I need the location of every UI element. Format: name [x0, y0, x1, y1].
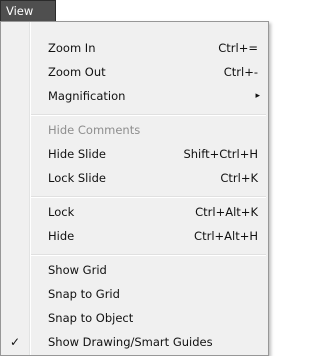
menu-item-hide-comments: Hide Comments [1, 119, 268, 142]
menu-item-label: Zoom In [48, 41, 96, 55]
menu-item-label: Show Drawing/Smart Guides [48, 335, 213, 349]
menu-item-lock[interactable]: Lock Ctrl+Alt+K [1, 201, 268, 224]
menu-item-label: Snap to Grid [48, 287, 120, 301]
menu-item-zoom-out[interactable]: Zoom Out Ctrl+- [1, 61, 268, 84]
menu-item-show-grid[interactable]: Show Grid [1, 259, 268, 282]
menu-item-hide[interactable]: Hide Ctrl+Alt+H [1, 225, 268, 248]
menu-item-shortcut: Shift+Ctrl+H [183, 147, 258, 161]
menu-item-label: Magnification [48, 89, 126, 103]
menu-item-label: Hide Slide [48, 147, 106, 161]
view-menu-dropdown: Zoom In Ctrl+= Zoom Out Ctrl+- Magnifica… [0, 21, 269, 356]
menu-item-label: Hide Comments [48, 123, 141, 137]
menu-item-shortcut: Ctrl+- [223, 65, 258, 79]
menu-item-magnification[interactable]: Magnification ▸ [1, 85, 268, 108]
chevron-right-icon: ▸ [255, 91, 260, 101]
menu-item-shortcut: Ctrl+Alt+K [195, 205, 258, 219]
menu-item-snap-to-grid[interactable]: Snap to Grid [1, 283, 268, 306]
menu-item-lock-slide[interactable]: Lock Slide Ctrl+K [1, 167, 268, 190]
menu-item-shortcut: Ctrl+K [220, 171, 258, 185]
menu-item-label: Zoom Out [48, 65, 106, 79]
menu-item-label: Show Grid [48, 263, 107, 277]
menu-item-shortcut: Ctrl+Alt+H [194, 229, 258, 243]
menu-item-shortcut: Ctrl+= [218, 41, 258, 55]
menu-separator [31, 196, 266, 198]
menu-item-hide-slide[interactable]: Hide Slide Shift+Ctrl+H [1, 143, 268, 166]
menu-item-label: Lock [48, 205, 75, 219]
menu-item-snap-to-object[interactable]: Snap to Object [1, 307, 268, 330]
menu-bar: View [0, 0, 272, 22]
menu-separator [31, 114, 266, 116]
menu-item-label: Lock Slide [48, 171, 106, 185]
checkmark-icon: ✓ [10, 335, 21, 349]
menu-item-zoom-in[interactable]: Zoom In Ctrl+= [1, 37, 268, 60]
menu-view[interactable]: View [0, 0, 56, 22]
menu-item-show-drawing-smart-guides[interactable]: ✓ Show Drawing/Smart Guides [1, 331, 268, 354]
menu-item-label: Snap to Object [48, 311, 134, 325]
menu-item-label: Hide [48, 229, 75, 243]
menu-separator [31, 254, 266, 256]
